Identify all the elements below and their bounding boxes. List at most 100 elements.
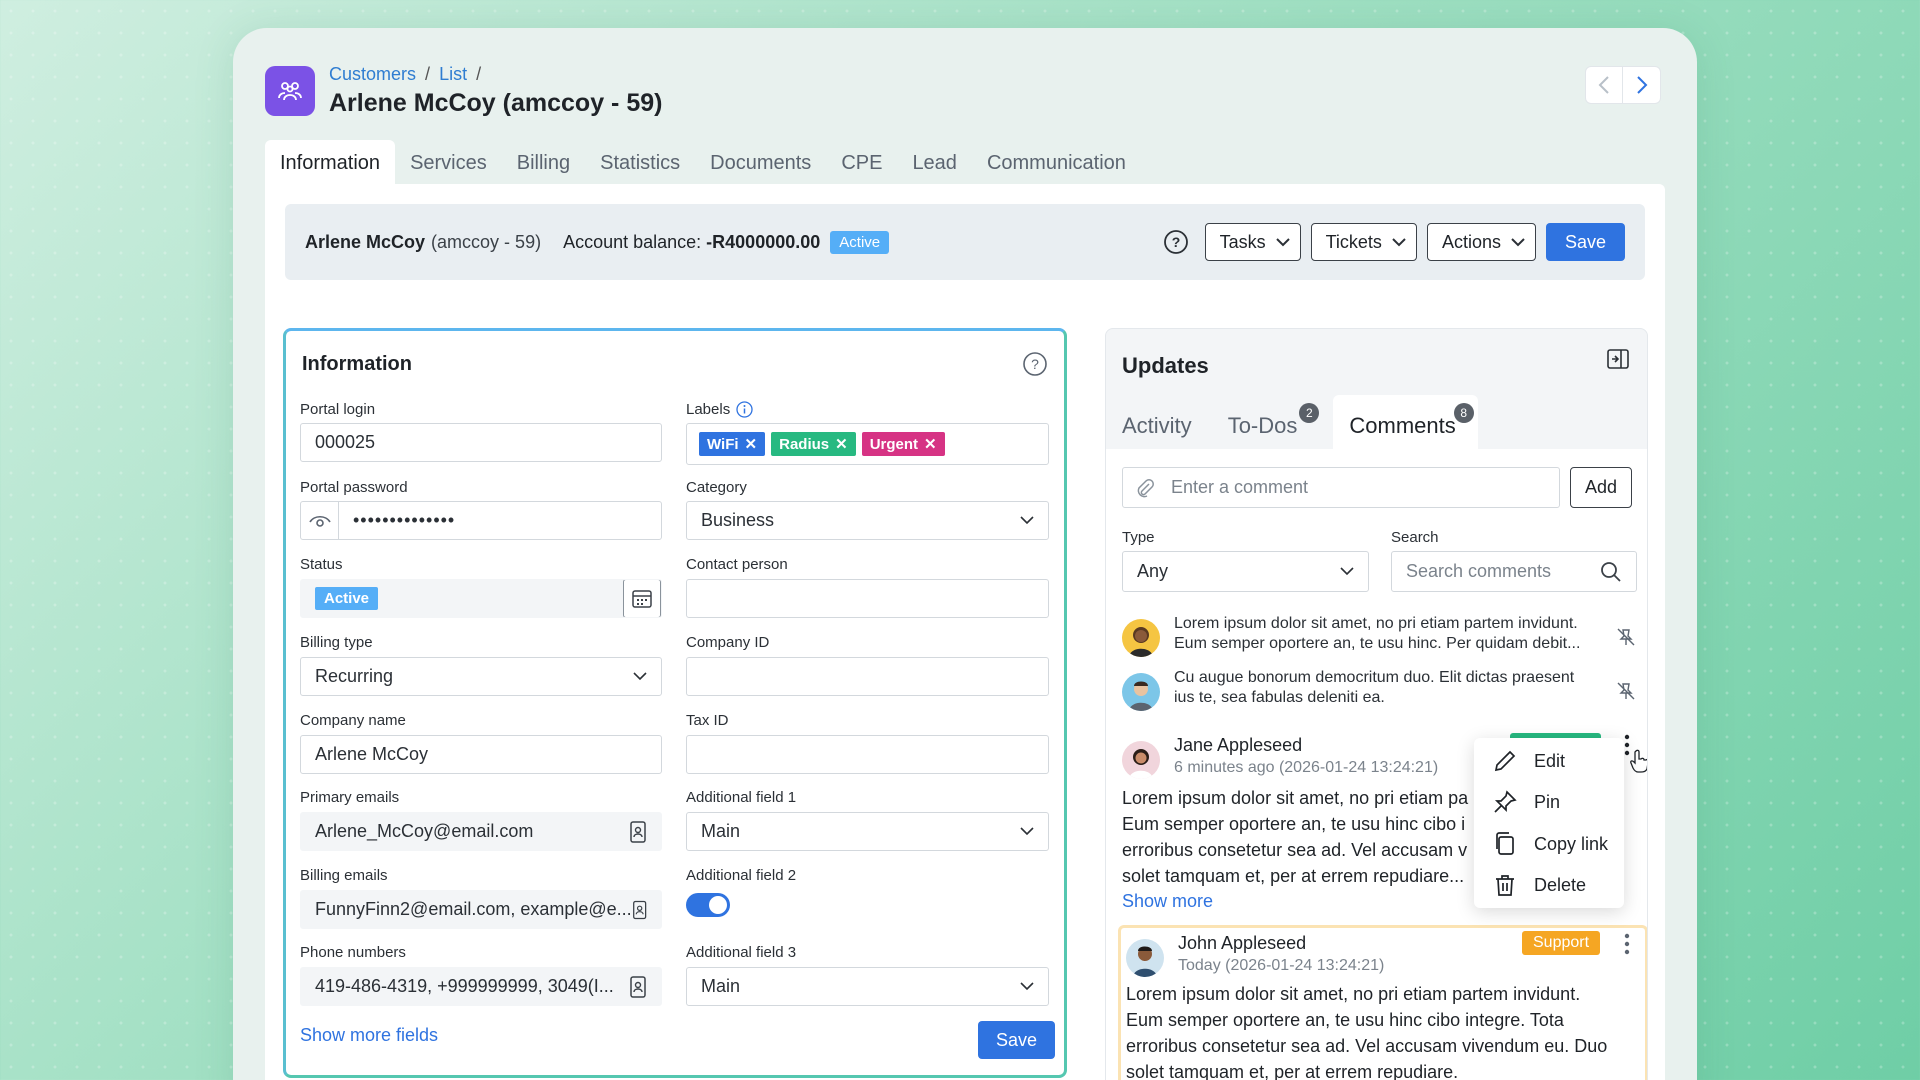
tab-documents[interactable]: Documents: [695, 140, 826, 184]
tasks-label: Tasks: [1219, 231, 1266, 252]
contact-book-icon[interactable]: [629, 975, 647, 998]
customer-name: Arlene McCoy: [305, 231, 426, 252]
billing-type-select[interactable]: Recurring: [300, 657, 662, 696]
updates-tabs: Activity To-Dos 2 Comments 8: [1106, 395, 1478, 451]
contact-book-icon[interactable]: [632, 899, 647, 921]
additional-field-3-select[interactable]: Main: [686, 967, 1049, 1006]
category-select[interactable]: Business: [686, 501, 1049, 540]
svg-text:?: ?: [1171, 234, 1180, 250]
toggle-knob: [709, 896, 727, 914]
tab-cpe[interactable]: CPE: [826, 140, 897, 184]
type-label: Type: [1122, 529, 1155, 546]
remove-label-icon[interactable]: ✕: [745, 435, 758, 453]
collapse-panel-icon[interactable]: [1607, 349, 1629, 369]
tab-services[interactable]: Services: [395, 140, 502, 184]
contact-person-label: Contact person: [686, 556, 788, 573]
todos-count-badge: 2: [1299, 403, 1320, 423]
search-comments-input[interactable]: Search comments: [1391, 551, 1637, 592]
menu-item-pin[interactable]: Pin: [1492, 789, 1560, 815]
pinned-line: ius te, sea fabulas deleniti ea.: [1174, 689, 1385, 706]
portal-password-label: Portal password: [300, 479, 408, 496]
label-text: WiFi: [707, 435, 739, 453]
chevron-down-icon: [1511, 237, 1525, 246]
breadcrumb: Customers / List /: [329, 64, 662, 85]
tax-id-input[interactable]: [686, 735, 1049, 774]
svg-text:?: ?: [1031, 356, 1039, 372]
type-select[interactable]: Any: [1122, 551, 1369, 592]
comment-line: Lorem ipsum dolor sit amet, no pri etiam…: [1122, 788, 1469, 808]
company-id-input[interactable]: [686, 657, 1049, 696]
additional-field-2-toggle[interactable]: [686, 893, 730, 917]
breadcrumb-list[interactable]: List: [439, 64, 467, 84]
unpin-icon[interactable]: [1616, 627, 1636, 647]
comment-body: Lorem ipsum dolor sit amet, no pri etiam…: [1126, 981, 1646, 1080]
chevron-down-icon: [1020, 982, 1034, 991]
comment-author: Jane Appleseed: [1174, 735, 1303, 755]
page-title: Arlene McCoy (amccoy - 59): [329, 89, 663, 117]
tab-comments[interactable]: Comments 8: [1333, 395, 1478, 451]
help-icon[interactable]: ?: [1163, 229, 1189, 255]
label-text: Urgent: [869, 435, 919, 453]
label-text: Radius: [779, 435, 830, 453]
tab-information[interactable]: Information: [265, 140, 396, 184]
show-more-fields-link[interactable]: Show more fields: [300, 1025, 438, 1046]
tickets-dropdown[interactable]: Tickets: [1310, 223, 1417, 261]
labels-input[interactable]: WiFi ✕ Radius ✕ Urgent ✕: [686, 423, 1049, 465]
calendar-button[interactable]: [623, 580, 661, 617]
menu-item-edit[interactable]: Edit: [1492, 748, 1565, 774]
paperclip-icon[interactable]: [1135, 478, 1155, 498]
remove-label-icon[interactable]: ✕: [835, 435, 848, 453]
menu-item-delete[interactable]: Delete: [1492, 872, 1586, 898]
chevron-left-icon: [1598, 76, 1609, 94]
next-record-button[interactable]: [1623, 66, 1661, 104]
tab-billing[interactable]: Billing: [502, 140, 585, 184]
balance-value: -R4000000.00: [706, 231, 821, 252]
menu-item-copy-link[interactable]: Copy link: [1492, 831, 1608, 857]
company-name-input[interactable]: Arlene McCoy: [300, 735, 662, 774]
tab-statistics[interactable]: Statistics: [585, 140, 695, 184]
billing-emails-field[interactable]: FunnyFinn2@email.com, example@e...: [300, 890, 662, 929]
tasks-dropdown[interactable]: Tasks: [1204, 223, 1301, 261]
comment-input[interactable]: Enter a comment: [1122, 467, 1560, 508]
remove-label-icon[interactable]: ✕: [924, 435, 937, 453]
search-icon[interactable]: [1600, 561, 1622, 583]
tab-lead[interactable]: Lead: [897, 140, 972, 184]
breadcrumb-customers[interactable]: Customers: [329, 64, 416, 84]
tab-label: Comments: [1349, 413, 1456, 438]
more-options-icon[interactable]: [1623, 933, 1631, 955]
phone-numbers-field[interactable]: 419-486-4319, +999999999, 3049(I...: [300, 967, 662, 1006]
unpin-icon[interactable]: [1616, 681, 1636, 701]
comment-line: Eum semper oportere an, te usu hinc cibo…: [1126, 1010, 1564, 1030]
contact-book-icon[interactable]: [629, 820, 647, 843]
portal-login-input[interactable]: 000025: [300, 423, 662, 462]
status-label: Status: [300, 556, 343, 573]
information-save-button[interactable]: Save: [978, 1021, 1056, 1059]
portal-password-input[interactable]: ••••••••••••••: [353, 510, 455, 531]
comment-line: Eum semper oportere an, te usu hinc cibo…: [1122, 814, 1466, 834]
show-more-link[interactable]: Show more: [1122, 891, 1213, 912]
additional-field-1-value: Main: [701, 821, 741, 841]
primary-emails-field[interactable]: Arlene_McCoy@email.com: [300, 812, 662, 851]
previous-record-button[interactable]: [1585, 66, 1623, 104]
primary-emails-label: Primary emails: [300, 789, 400, 806]
tab-todos[interactable]: To-Dos 2: [1212, 395, 1320, 451]
show-password-button[interactable]: [301, 502, 339, 539]
additional-field-1-select[interactable]: Main: [686, 812, 1049, 851]
status-badge: Active: [830, 230, 890, 254]
portal-login-label: Portal login: [300, 401, 376, 418]
tab-label: Activity: [1122, 413, 1192, 438]
save-button[interactable]: Save: [1545, 223, 1625, 261]
actions-label: Actions: [1441, 231, 1501, 252]
add-comment-button[interactable]: Add: [1570, 467, 1633, 508]
actions-dropdown[interactable]: Actions: [1426, 223, 1536, 261]
info-icon[interactable]: [736, 401, 753, 418]
tab-activity[interactable]: Activity: [1106, 395, 1208, 451]
contact-person-input[interactable]: [686, 579, 1049, 618]
chevron-down-icon: [1275, 237, 1290, 246]
tab-label: To-Dos: [1227, 413, 1298, 438]
summary-actions: ? Tasks Tickets Actions Save: [1163, 223, 1625, 261]
comments-count-badge: 8: [1453, 403, 1474, 423]
help-icon[interactable]: ?: [1022, 351, 1048, 377]
tab-communication[interactable]: Communication: [972, 140, 1141, 184]
status-field[interactable]: Active: [300, 579, 662, 618]
